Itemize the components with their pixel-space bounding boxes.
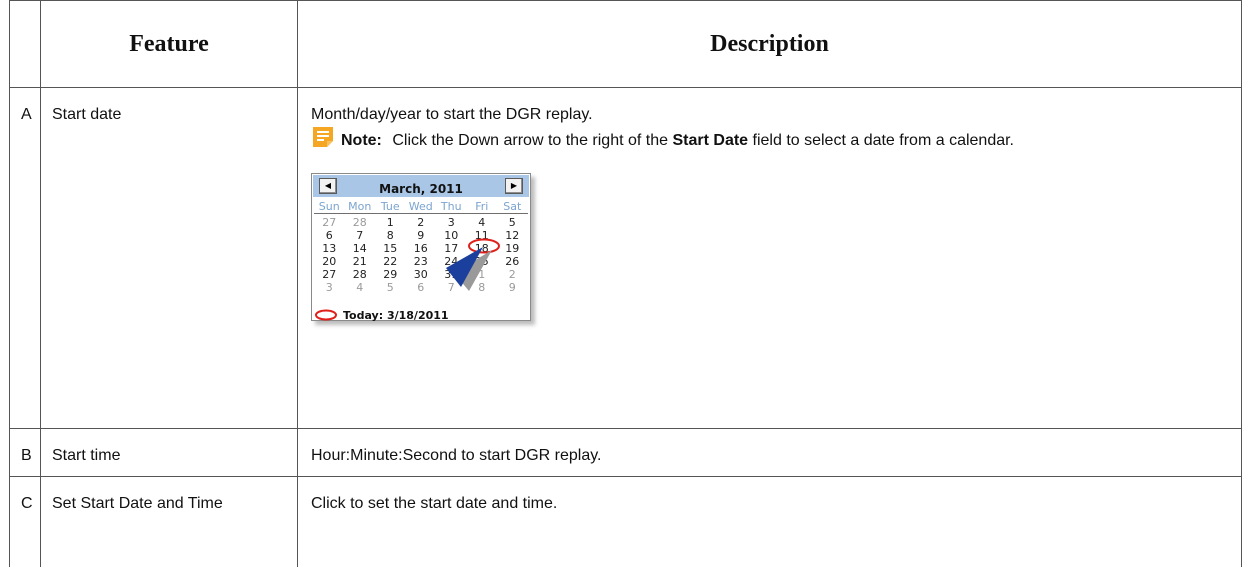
calendar-day[interactable]: 1 [467, 268, 498, 281]
weekday-label: Thu [440, 200, 462, 213]
calendar-day[interactable]: 1 [375, 216, 406, 229]
calendar-day[interactable]: 6 [406, 281, 437, 294]
note-text-after: field to select a date from a calendar. [752, 132, 1014, 149]
weekday-label: Sun [318, 200, 340, 213]
calendar-day[interactable]: 5 [497, 216, 528, 229]
row-feature: Start date [52, 106, 122, 123]
weekday-label: Fri [475, 200, 489, 213]
calendar-day[interactable]: 28 [345, 268, 376, 281]
note: Note: Click the Down arrow to the right … [311, 125, 1229, 151]
calendar-week: 3 4 5 6 7 8 9 [314, 281, 528, 294]
calendar-today-row[interactable]: Today: 3/18/2011 [314, 308, 449, 322]
table-row: A Start date Month/day/year to start the… [9, 87, 1242, 429]
calendar-today-label: Today: 3/18/2011 [343, 308, 449, 322]
weekday-label: Wed [408, 200, 433, 213]
calendar-day[interactable]: 22 [375, 255, 406, 268]
row-description: Month/day/year to start the DGR replay. … [298, 88, 1241, 323]
calendar-box: ◀ March, 2011 ▶ Sun Mon Tue Wed Thu Fri [311, 173, 531, 322]
calendar-day[interactable]: 14 [345, 242, 376, 255]
calendar-day[interactable]: 5 [375, 281, 406, 294]
row-feature: Set Start Date and Time [52, 495, 223, 512]
calendar-day[interactable]: 11 [467, 229, 498, 242]
calendar-day[interactable]: 12 [497, 229, 528, 242]
calendar-day[interactable]: 28 [345, 216, 376, 229]
calendar-day[interactable]: 26 [497, 255, 528, 268]
calendar-day[interactable]: 3 [436, 216, 467, 229]
header-feature: Feature [40, 0, 298, 88]
note-label: Note: [341, 132, 382, 149]
calendar-day[interactable]: 4 [345, 281, 376, 294]
table-row: B Start time Hour:Minute:Second to start… [9, 428, 1242, 477]
calendar-day[interactable]: 9 [497, 281, 528, 294]
weekday-label: Tue [380, 200, 400, 213]
calendar-day[interactable]: 20 [314, 255, 345, 268]
header-description: Description [297, 0, 1242, 88]
header-letter [9, 0, 41, 88]
calendar-day[interactable]: 27 [314, 216, 345, 229]
calendar-day[interactable]: 17 [436, 242, 467, 255]
calendar-day[interactable]: 2 [406, 216, 437, 229]
calendar-day[interactable]: 24 [436, 255, 467, 268]
calendar-day[interactable]: 7 [345, 229, 376, 242]
calendar-day[interactable]: 9 [406, 229, 437, 242]
note-icon [313, 127, 333, 147]
calendar-header: ◀ March, 2011 ▶ [313, 175, 529, 197]
calendar-month-title: March, 2011 [379, 182, 463, 196]
left-arrow-icon[interactable]: ◀ [319, 178, 337, 194]
row-description: Click to set the start date and time. [311, 495, 558, 512]
table-row: C Set Start Date and Time Click to set t… [9, 476, 1242, 567]
today-circle-icon [315, 309, 337, 321]
calendar-day[interactable]: 30 [406, 268, 437, 281]
calendar-day[interactable]: 19 [497, 242, 528, 255]
calendar-widget: ◀ March, 2011 ▶ Sun Mon Tue Wed Thu Fri [311, 173, 533, 323]
row-letter: A [21, 106, 32, 123]
calendar-day[interactable]: 2 [497, 268, 528, 281]
weekday-label: Mon [348, 200, 372, 213]
calendar-day[interactable]: 27 [314, 268, 345, 281]
feature-table: Feature Description A Start date Month/d… [9, 0, 1242, 567]
calendar-grid: 27 28 1 2 3 4 5 6 7 8 9 10 11 12 13 14 1… [314, 216, 528, 294]
calendar-day[interactable]: 8 [467, 281, 498, 294]
calendar-week: 20 21 22 23 24 25 26 [314, 255, 528, 268]
note-text-before: Click the Down arrow to the right of the [392, 132, 669, 149]
calendar-day[interactable]: 3 [314, 281, 345, 294]
calendar-day[interactable]: 6 [314, 229, 345, 242]
calendar-weekdays: Sun Mon Tue Wed Thu Fri Sat [314, 200, 528, 214]
row-description: Hour:Minute:Second to start DGR replay. [311, 447, 602, 464]
calendar-day[interactable]: 21 [345, 255, 376, 268]
calendar-day[interactable]: 15 [375, 242, 406, 255]
calendar-day[interactable]: 16 [406, 242, 437, 255]
calendar-week: 6 7 8 9 10 11 12 [314, 229, 528, 242]
note-bold-term: Start Date [672, 132, 749, 149]
calendar-week: 27 28 1 2 3 4 5 [314, 216, 528, 229]
calendar-day[interactable]: 4 [467, 216, 498, 229]
weekday-label: Sat [503, 200, 522, 213]
description-text: Month/day/year to start the DGR replay. [311, 106, 593, 123]
calendar-day[interactable]: 13 [314, 242, 345, 255]
calendar-day[interactable]: 25 [467, 255, 498, 268]
calendar-day[interactable]: 23 [406, 255, 437, 268]
calendar-week: 27 28 29 30 31 1 2 [314, 268, 528, 281]
calendar-day[interactable]: 31 [436, 268, 467, 281]
row-feature: Start time [52, 447, 121, 464]
calendar-day[interactable]: 29 [375, 268, 406, 281]
calendar-day[interactable]: 7 [436, 281, 467, 294]
row-letter: B [21, 447, 32, 464]
row-letter: C [21, 495, 33, 512]
calendar-day-selected[interactable]: 18 [467, 242, 498, 255]
calendar-week: 13 14 15 16 17 18 19 [314, 242, 528, 255]
calendar-day[interactable]: 8 [375, 229, 406, 242]
calendar-day[interactable]: 10 [436, 229, 467, 242]
right-arrow-icon[interactable]: ▶ [505, 178, 523, 194]
table-header-row: Feature Description [9, 0, 1242, 88]
